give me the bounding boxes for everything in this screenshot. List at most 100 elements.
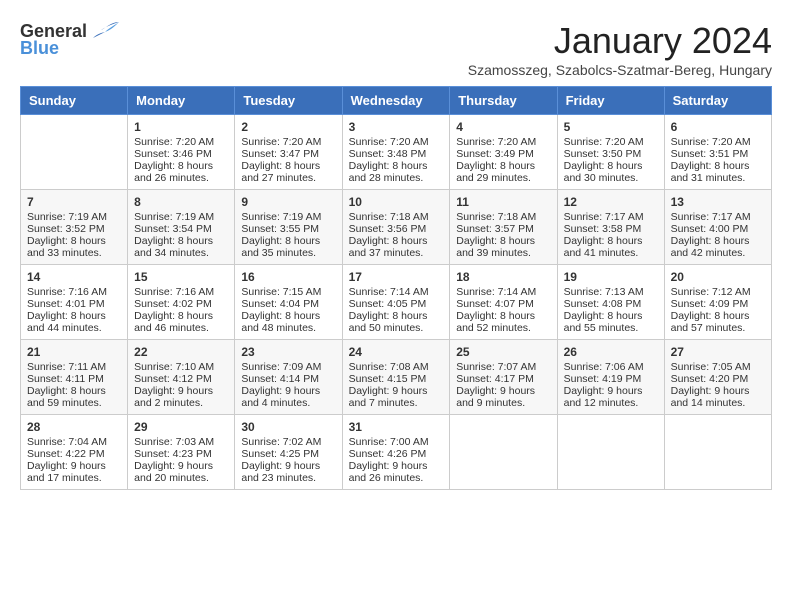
day-info: Sunset: 4:12 PM (134, 373, 228, 385)
day-info: Sunset: 3:54 PM (134, 223, 228, 235)
day-info: Sunrise: 7:20 AM (349, 136, 444, 148)
day-info: Sunrise: 7:13 AM (564, 286, 658, 298)
calendar-cell: 20Sunrise: 7:12 AMSunset: 4:09 PMDayligh… (664, 265, 771, 340)
day-info: and 50 minutes. (349, 322, 444, 334)
day-info: Sunrise: 7:12 AM (671, 286, 765, 298)
weekday-header-saturday: Saturday (664, 87, 771, 115)
calendar-cell: 22Sunrise: 7:10 AMSunset: 4:12 PMDayligh… (128, 340, 235, 415)
calendar-cell: 12Sunrise: 7:17 AMSunset: 3:58 PMDayligh… (557, 190, 664, 265)
day-number: 29 (134, 420, 228, 434)
calendar-cell (664, 415, 771, 490)
day-info: Sunrise: 7:00 AM (349, 436, 444, 448)
day-info: Sunset: 3:51 PM (671, 148, 765, 160)
calendar-cell: 5Sunrise: 7:20 AMSunset: 3:50 PMDaylight… (557, 115, 664, 190)
day-number: 24 (349, 345, 444, 359)
calendar-cell: 21Sunrise: 7:11 AMSunset: 4:11 PMDayligh… (21, 340, 128, 415)
day-info: Daylight: 8 hours (349, 160, 444, 172)
day-number: 23 (241, 345, 335, 359)
calendar-cell: 18Sunrise: 7:14 AMSunset: 4:07 PMDayligh… (450, 265, 557, 340)
day-info: Sunrise: 7:20 AM (456, 136, 550, 148)
weekday-header-sunday: Sunday (21, 87, 128, 115)
day-number: 5 (564, 120, 658, 134)
day-info: Sunset: 3:57 PM (456, 223, 550, 235)
calendar-cell: 11Sunrise: 7:18 AMSunset: 3:57 PMDayligh… (450, 190, 557, 265)
day-info: Daylight: 9 hours (241, 385, 335, 397)
day-info: and 37 minutes. (349, 247, 444, 259)
day-info: Sunrise: 7:05 AM (671, 361, 765, 373)
day-info: Daylight: 8 hours (456, 160, 550, 172)
day-info: Daylight: 8 hours (27, 235, 121, 247)
calendar-cell: 29Sunrise: 7:03 AMSunset: 4:23 PMDayligh… (128, 415, 235, 490)
day-info: Sunrise: 7:11 AM (27, 361, 121, 373)
day-number: 18 (456, 270, 550, 284)
day-info: and 48 minutes. (241, 322, 335, 334)
day-info: Daylight: 8 hours (456, 310, 550, 322)
day-info: Sunset: 4:23 PM (134, 448, 228, 460)
day-info: and 33 minutes. (27, 247, 121, 259)
day-info: Daylight: 8 hours (671, 310, 765, 322)
day-info: and 29 minutes. (456, 172, 550, 184)
day-info: and 44 minutes. (27, 322, 121, 334)
day-info: Daylight: 8 hours (241, 310, 335, 322)
calendar-cell: 13Sunrise: 7:17 AMSunset: 4:00 PMDayligh… (664, 190, 771, 265)
day-number: 25 (456, 345, 550, 359)
day-number: 1 (134, 120, 228, 134)
day-info: and 20 minutes. (134, 472, 228, 484)
day-info: and 12 minutes. (564, 397, 658, 409)
day-info: and 41 minutes. (564, 247, 658, 259)
day-info: Sunrise: 7:09 AM (241, 361, 335, 373)
day-info: Daylight: 8 hours (241, 235, 335, 247)
day-number: 10 (349, 195, 444, 209)
day-info: and 17 minutes. (27, 472, 121, 484)
day-info: Sunset: 3:55 PM (241, 223, 335, 235)
day-info: Daylight: 8 hours (27, 385, 121, 397)
day-number: 27 (671, 345, 765, 359)
day-info: Sunset: 3:46 PM (134, 148, 228, 160)
calendar-cell: 30Sunrise: 7:02 AMSunset: 4:25 PMDayligh… (235, 415, 342, 490)
day-info: and 52 minutes. (456, 322, 550, 334)
title-section: January 2024 Szamosszeg, Szabolcs-Szatma… (468, 20, 772, 78)
day-info: Daylight: 8 hours (27, 310, 121, 322)
day-info: Sunrise: 7:10 AM (134, 361, 228, 373)
day-info: Daylight: 8 hours (456, 235, 550, 247)
calendar-cell: 24Sunrise: 7:08 AMSunset: 4:15 PMDayligh… (342, 340, 450, 415)
day-info: Daylight: 9 hours (134, 460, 228, 472)
day-info: Sunset: 4:20 PM (671, 373, 765, 385)
day-info: Sunrise: 7:04 AM (27, 436, 121, 448)
calendar-cell: 16Sunrise: 7:15 AMSunset: 4:04 PMDayligh… (235, 265, 342, 340)
day-info: Sunset: 3:56 PM (349, 223, 444, 235)
day-info: and 28 minutes. (349, 172, 444, 184)
day-info: and 39 minutes. (456, 247, 550, 259)
calendar-cell: 31Sunrise: 7:00 AMSunset: 4:26 PMDayligh… (342, 415, 450, 490)
weekday-header-row: SundayMondayTuesdayWednesdayThursdayFrid… (21, 87, 772, 115)
day-info: and 14 minutes. (671, 397, 765, 409)
day-number: 31 (349, 420, 444, 434)
calendar-cell: 25Sunrise: 7:07 AMSunset: 4:17 PMDayligh… (450, 340, 557, 415)
day-number: 7 (27, 195, 121, 209)
location-title: Szamosszeg, Szabolcs-Szatmar-Bereg, Hung… (468, 62, 772, 78)
day-info: Sunrise: 7:16 AM (134, 286, 228, 298)
day-info: Daylight: 9 hours (241, 460, 335, 472)
day-info: Sunset: 3:48 PM (349, 148, 444, 160)
day-number: 12 (564, 195, 658, 209)
day-info: Sunset: 4:02 PM (134, 298, 228, 310)
calendar-cell: 9Sunrise: 7:19 AMSunset: 3:55 PMDaylight… (235, 190, 342, 265)
calendar-cell (450, 415, 557, 490)
day-info: Daylight: 8 hours (134, 160, 228, 172)
calendar-cell: 7Sunrise: 7:19 AMSunset: 3:52 PMDaylight… (21, 190, 128, 265)
day-info: Daylight: 8 hours (564, 310, 658, 322)
day-info: Daylight: 8 hours (349, 235, 444, 247)
day-number: 11 (456, 195, 550, 209)
day-info: and 26 minutes. (134, 172, 228, 184)
day-info: and 42 minutes. (671, 247, 765, 259)
day-info: and 4 minutes. (241, 397, 335, 409)
day-info: Sunset: 4:15 PM (349, 373, 444, 385)
day-info: Daylight: 9 hours (564, 385, 658, 397)
calendar-cell: 19Sunrise: 7:13 AMSunset: 4:08 PMDayligh… (557, 265, 664, 340)
day-number: 28 (27, 420, 121, 434)
day-info: Sunrise: 7:14 AM (349, 286, 444, 298)
day-info: and 59 minutes. (27, 397, 121, 409)
calendar-cell: 27Sunrise: 7:05 AMSunset: 4:20 PMDayligh… (664, 340, 771, 415)
day-info: and 7 minutes. (349, 397, 444, 409)
weekday-header-monday: Monday (128, 87, 235, 115)
